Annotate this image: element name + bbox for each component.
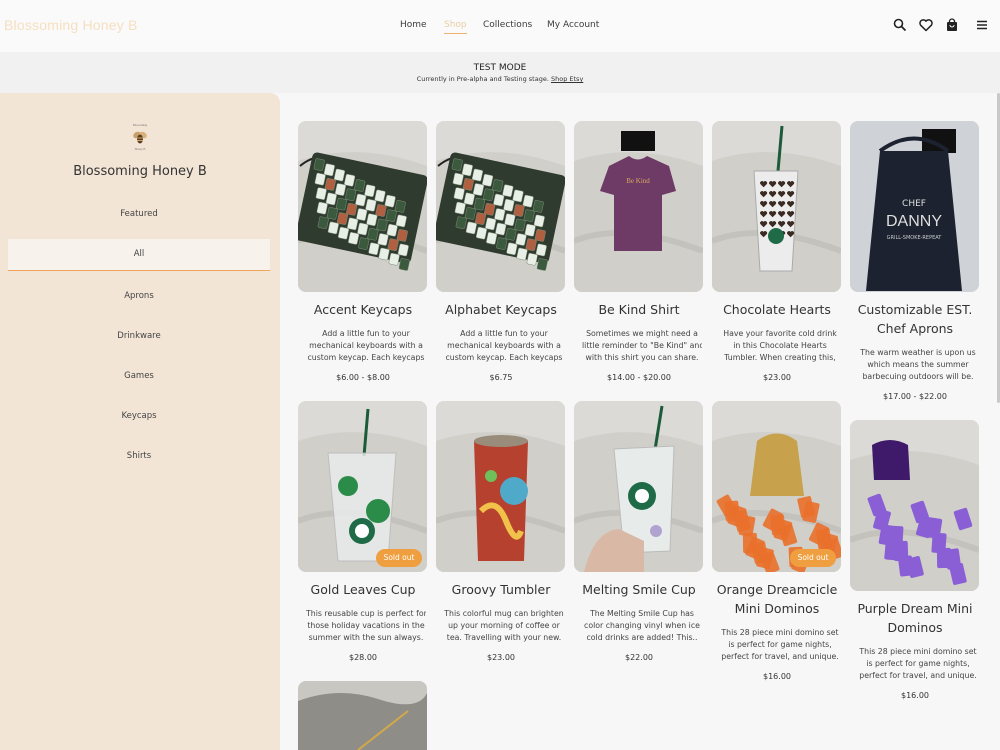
product-description: This reusable cup is perfect for bbox=[306, 609, 426, 618]
product-image[interactable] bbox=[712, 121, 841, 292]
nav-shop[interactable]: Shop bbox=[444, 20, 467, 34]
product-title[interactable]: Accent Keycaps bbox=[298, 300, 428, 319]
svg-text:CHEF: CHEF bbox=[902, 199, 926, 209]
category-all[interactable]: All bbox=[8, 239, 270, 271]
shop-logo: Blossoming Honey B bbox=[126, 121, 154, 153]
product-image[interactable] bbox=[298, 121, 427, 292]
banner-subtitle: Currently in Pre-alpha and Testing stage… bbox=[0, 75, 1000, 83]
product-description: is perfect for game nights, bbox=[866, 659, 970, 668]
product-description: The warm weather is upon us bbox=[860, 348, 976, 357]
product-image[interactable] bbox=[436, 121, 565, 292]
product-description: Tumbler. When creating this, bbox=[724, 353, 836, 362]
heart-icon[interactable] bbox=[918, 17, 934, 33]
shop-etsy-link[interactable]: Shop Etsy bbox=[551, 75, 583, 83]
product-description: up your morning of coffee or bbox=[448, 621, 560, 630]
product-title[interactable]: Be Kind Shirt bbox=[574, 300, 704, 319]
product-description: summer with the sun always. bbox=[308, 633, 424, 642]
product-image-partial[interactable] bbox=[298, 681, 427, 750]
product-title[interactable]: Orange Dreamcicle bbox=[712, 580, 842, 599]
sold-out-badge: Sold out bbox=[376, 549, 422, 567]
product-price: $23.00 bbox=[763, 373, 791, 382]
nav-collections[interactable]: Collections bbox=[483, 20, 532, 30]
product-description: Add a little fun to your bbox=[460, 329, 548, 338]
product-image[interactable]: CHEF DANNY GRILL-SMOKE-REPEAT bbox=[850, 121, 979, 292]
product-price: $22.00 bbox=[625, 653, 653, 662]
category-games[interactable]: Games bbox=[8, 361, 270, 392]
svg-text:Blossoming: Blossoming bbox=[133, 123, 148, 127]
product-price: $28.00 bbox=[349, 653, 377, 662]
product-description: tea. Travelling with your new. bbox=[446, 633, 562, 642]
product-description: little reminder to "Be Kind" and bbox=[582, 341, 702, 350]
product-description: is perfect for game nights, bbox=[728, 640, 832, 649]
product-description: barbecuing outdoors will be. bbox=[862, 372, 974, 381]
svg-text:GRILL-SMOKE-REPEAT: GRILL-SMOKE-REPEAT bbox=[887, 235, 943, 241]
sidebar: Blossoming Honey B Blossoming Honey B Fe… bbox=[0, 93, 280, 750]
product-price: $23.00 bbox=[487, 653, 515, 662]
site-header: Blossoming Honey B Home Shop Collections… bbox=[0, 0, 1000, 52]
product-description: in this Chocolate Hearts bbox=[733, 341, 827, 350]
category-featured[interactable]: Featured bbox=[8, 199, 270, 230]
sold-out-badge: Sold out bbox=[790, 549, 836, 567]
product-description: perfect for travel, and unique. bbox=[721, 652, 839, 661]
product-price: $16.00 bbox=[763, 672, 791, 681]
product-description: This colorful mug can brighten bbox=[444, 609, 564, 618]
nav-home[interactable]: Home bbox=[400, 20, 427, 30]
product-image[interactable]: Sold out bbox=[712, 401, 841, 572]
nav-my-account[interactable]: My Account bbox=[547, 20, 599, 30]
product-description: which means the summer bbox=[867, 360, 969, 369]
product-description: The Melting Smile Cup has bbox=[589, 609, 694, 618]
product-description: perfect for travel, and unique. bbox=[859, 671, 977, 680]
banner-title: TEST MODE bbox=[473, 63, 527, 73]
shopping-bag-icon[interactable] bbox=[944, 17, 960, 33]
menu-icon[interactable] bbox=[974, 17, 990, 33]
product-title[interactable]: Mini Dominos bbox=[712, 599, 842, 618]
product-description: mechanical keyboards with a bbox=[309, 341, 423, 350]
category-shirts[interactable]: Shirts bbox=[8, 441, 270, 472]
product-image[interactable]: Sold out bbox=[298, 401, 427, 572]
sidebar-shop-name: Blossoming Honey B bbox=[73, 164, 207, 179]
product-title[interactable]: Dominos bbox=[850, 618, 980, 637]
svg-text:DANNY: DANNY bbox=[886, 213, 942, 230]
search-icon[interactable] bbox=[892, 17, 908, 33]
product-title[interactable]: Customizable EST. bbox=[850, 300, 980, 319]
product-image[interactable] bbox=[850, 420, 979, 591]
category-drinkware[interactable]: Drinkware bbox=[8, 321, 270, 352]
product-description: custom keycap. Each keycaps bbox=[307, 353, 425, 362]
product-price: $6.75 bbox=[489, 373, 513, 382]
product-title[interactable]: Gold Leaves Cup bbox=[298, 580, 428, 599]
svg-text:Be Kind: Be Kind bbox=[626, 177, 650, 185]
product-description: This 28 piece mini domino set bbox=[721, 628, 839, 637]
product-image[interactable] bbox=[436, 401, 565, 572]
product-title[interactable]: Purple Dream Mini bbox=[850, 599, 980, 618]
product-image[interactable]: Be Kind bbox=[574, 121, 703, 292]
product-description: color changing vinyl when ice bbox=[584, 621, 700, 630]
product-description: Add a little fun to your bbox=[322, 329, 410, 338]
product-title[interactable]: Groovy Tumbler bbox=[436, 580, 566, 599]
category-aprons[interactable]: Aprons bbox=[8, 281, 270, 312]
product-description: Have your favorite cold drink bbox=[723, 329, 837, 338]
product-description: cold drinks are added! This.. bbox=[586, 633, 698, 642]
product-title[interactable]: Melting Smile Cup bbox=[574, 580, 704, 599]
product-title[interactable]: Chocolate Hearts bbox=[712, 300, 842, 319]
product-price: $17.00 - $22.00 bbox=[883, 392, 947, 401]
product-description: Sometimes we might need a bbox=[586, 329, 698, 338]
test-mode-banner: TEST MODE Currently in Pre-alpha and Tes… bbox=[0, 52, 1000, 93]
product-image[interactable] bbox=[574, 401, 703, 572]
product-price: $16.00 bbox=[901, 691, 929, 700]
product-description: mechanical keyboards with a bbox=[447, 341, 561, 350]
product-price: $14.00 - $20.00 bbox=[607, 373, 671, 382]
product-description: those holiday vacations in the bbox=[307, 621, 425, 630]
svg-text:Honey B: Honey B bbox=[135, 147, 146, 151]
banner-subtitle-text: Currently in Pre-alpha and Testing stage… bbox=[416, 75, 549, 83]
product-description: custom keycap. Each keycaps bbox=[445, 353, 563, 362]
main-nav: Home Shop Collections My Account bbox=[0, 20, 1000, 36]
product-description: with this shirt you can share. bbox=[585, 353, 699, 362]
category-keycaps[interactable]: Keycaps bbox=[8, 401, 270, 432]
product-description: This 28 piece mini domino set bbox=[859, 647, 977, 656]
product-title[interactable]: Alphabet Keycaps bbox=[436, 300, 566, 319]
product-price: $6.00 - $8.00 bbox=[336, 373, 390, 382]
product-title[interactable]: Chef Aprons bbox=[850, 319, 980, 338]
